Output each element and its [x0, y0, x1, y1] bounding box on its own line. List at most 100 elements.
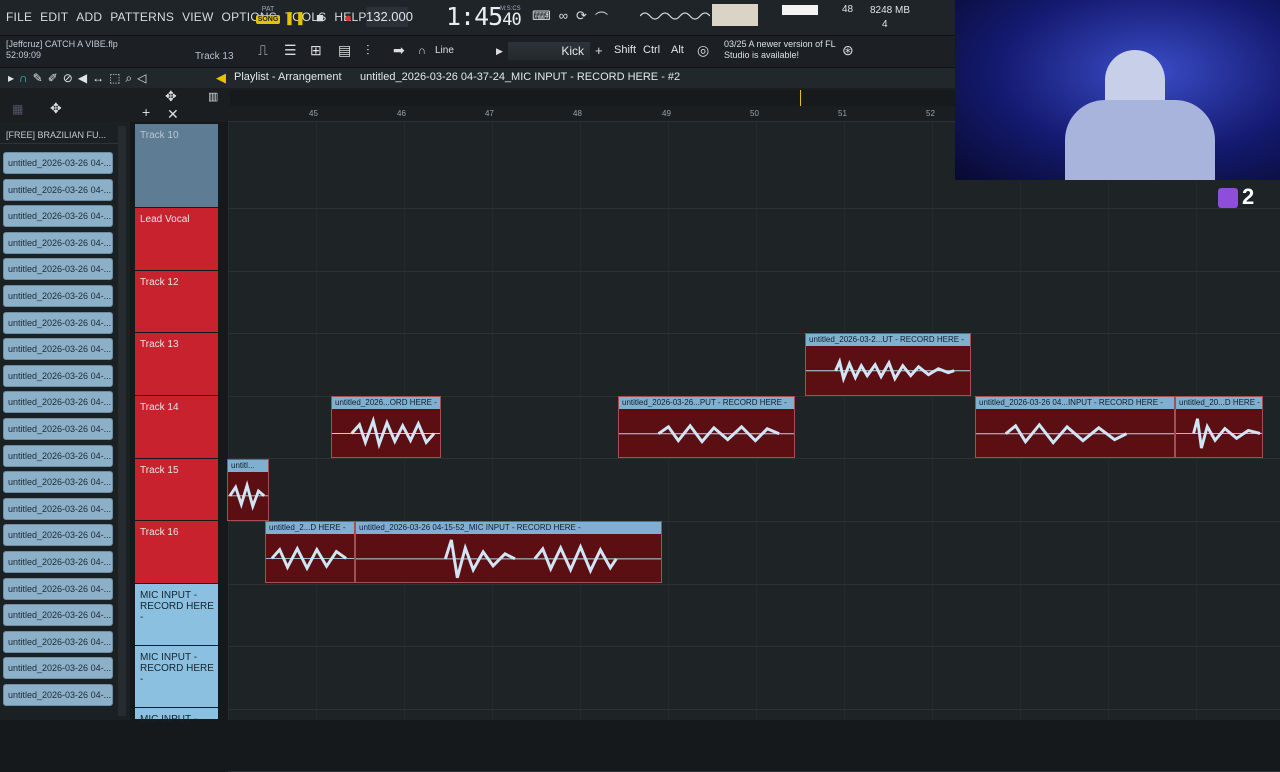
snap-mode[interactable]: Line: [435, 45, 454, 56]
mixer-icon[interactable]: ⫶: [366, 42, 370, 59]
grid-hline: [228, 708, 1280, 710]
playback-icon[interactable]: ◁: [137, 71, 146, 86]
audio-clip[interactable]: untitled_2026-03-26...PUT - RECORD HERE …: [618, 396, 795, 458]
track-name: MIC INPUT - RECORD HERE -: [140, 590, 214, 623]
play-small-icon[interactable]: ▶: [496, 46, 503, 57]
zoom-icon[interactable]: ⌕: [125, 71, 132, 86]
slip-icon[interactable]: ↔: [92, 71, 104, 86]
piano-roll-icon[interactable]: ⊞: [310, 42, 322, 59]
pattern-item[interactable]: untitled_2026-03-26 04-...: [3, 497, 113, 520]
grid-vline: [888, 122, 889, 720]
audio-clip[interactable]: untitled_2026-03-2...UT - RECORD HERE -: [805, 333, 971, 396]
shift-key[interactable]: Shift: [614, 44, 636, 56]
mixer-small-icon[interactable]: ▥: [208, 90, 218, 103]
pattern-item[interactable]: untitled_2026-03-26 04-...: [3, 285, 113, 307]
arrow-icon[interactable]: ➡: [393, 42, 405, 59]
alt-key[interactable]: Alt: [671, 44, 684, 56]
menu-file[interactable]: FILE: [6, 10, 32, 24]
bar-51: 51: [838, 109, 847, 118]
audio-clip[interactable]: untitled_2...D HERE -: [265, 521, 355, 583]
clip-waveform: [266, 545, 354, 572]
draw-icon[interactable]: ✎: [33, 71, 43, 86]
pattern-item[interactable]: untitled_2026-03-26 04-...: [3, 524, 113, 547]
playlist-icon[interactable]: ☰: [284, 42, 297, 59]
pattern-item[interactable]: untitled_2026-03-26 04-...: [3, 577, 113, 600]
paint-icon[interactable]: ✐: [48, 71, 58, 86]
pattern-item[interactable]: untitled_2026-03-26 04-...: [3, 657, 113, 680]
browser-header[interactable]: [FREE] BRAZILIAN FU...: [0, 126, 118, 144]
pattern-item[interactable]: untitled_2026-03-26 04-...: [3, 152, 113, 174]
speaker-icon[interactable]: ◀: [216, 70, 226, 86]
pattern-item[interactable]: untitled_2026-03-26 04-...: [3, 311, 113, 334]
pattern-song-toggle[interactable]: PAT SONG: [256, 6, 280, 30]
track-header[interactable]: Track 15: [135, 459, 218, 520]
pat-label: PAT: [261, 6, 275, 13]
pattern-item[interactable]: untitled_2026-03-26 04-...: [3, 258, 113, 281]
tempo-display[interactable]: 132.000: [366, 7, 413, 27]
news-icon[interactable]: ◎: [697, 42, 709, 59]
add-track-icon[interactable]: +: [142, 104, 150, 120]
add-channel-icon[interactable]: +: [595, 43, 603, 58]
mute-icon[interactable]: ◀: [78, 71, 87, 86]
headphones-icon[interactable]: ∩: [418, 45, 426, 57]
pattern-item[interactable]: untitled_2026-03-26 04-...: [3, 205, 113, 228]
track-header[interactable]: Track 14: [135, 396, 218, 458]
ctrl-key[interactable]: Ctrl: [643, 44, 660, 56]
pattern-item[interactable]: untitled_2026-03-26 04-...: [3, 684, 113, 706]
browser-icon-2[interactable]: ✥: [50, 100, 62, 117]
news-panel[interactable]: 03/25 A newer version of FL Studio is av…: [724, 39, 844, 61]
audio-clip[interactable]: untitl...: [227, 459, 269, 521]
bar-45: 45: [309, 109, 318, 118]
grid-vline: [932, 122, 933, 720]
pattern-item[interactable]: untitled_2026-03-26 04-...: [3, 444, 113, 467]
select-icon[interactable]: ⬚: [109, 71, 120, 86]
menu-patterns[interactable]: PATTERNS: [110, 10, 174, 24]
track-header[interactable]: MIC INPUT - RECORD HERE -: [135, 646, 218, 707]
track-header[interactable]: MIC INPUT - RECORD HERE -: [135, 584, 218, 645]
step-edit-icon[interactable]: ∞: [559, 8, 568, 27]
pattern-item[interactable]: untitled_2026-03-26 04-...: [3, 391, 113, 414]
audio-clip[interactable]: untitled_2026-03-26 04-15-52_MIC INPUT -…: [355, 521, 662, 583]
channel-rack-icon[interactable]: ▤: [338, 42, 351, 59]
browser-scrollbar[interactable]: [118, 126, 126, 716]
pattern-item[interactable]: untitled_2026-03-26 04-...: [3, 338, 113, 361]
arrangement-overview[interactable]: [230, 90, 955, 106]
snap-icon[interactable]: ⎍: [258, 42, 268, 59]
menu-view[interactable]: VIEW: [182, 10, 213, 24]
kick-selector[interactable]: Kick: [508, 42, 590, 60]
pattern-item[interactable]: untitled_2026-03-26 04-...: [3, 231, 113, 254]
close-icon[interactable]: ✕: [167, 106, 179, 123]
stop-icon[interactable]: ■: [310, 8, 330, 28]
play-arrow-icon[interactable]: ▸: [8, 71, 14, 86]
pattern-item[interactable]: untitled_2026-03-26 04-...: [3, 178, 113, 201]
menu-edit[interactable]: EDIT: [40, 10, 68, 24]
output-waveform: [640, 12, 710, 20]
pattern-item[interactable]: untitled_2026-03-26 04-...: [3, 604, 113, 627]
magnet-icon[interactable]: ∩: [19, 71, 28, 86]
track-header[interactable]: Track 16: [135, 521, 218, 583]
audio-clip[interactable]: untitled_2026-03-26 04...INPUT - RECORD …: [975, 396, 1175, 458]
track-header[interactable]: Track 13: [135, 333, 218, 395]
pattern-item[interactable]: untitled_2026-03-26 04-...: [3, 551, 113, 573]
typing-keyboard-icon[interactable]: ⌨: [532, 8, 551, 27]
pattern-item[interactable]: untitled_2026-03-26 04-...: [3, 418, 113, 440]
track-header[interactable]: MIC INPUT -: [135, 708, 218, 725]
menu-add[interactable]: ADD: [76, 10, 102, 24]
audio-clip[interactable]: untitled_2026...ORD HERE -: [331, 396, 441, 458]
metronome-icon[interactable]: ⌒: [595, 8, 608, 27]
audio-clip[interactable]: untitled_20...D HERE -: [1175, 396, 1263, 458]
pattern-item[interactable]: untitled_2026-03-26 04-...: [3, 630, 113, 653]
loop-record-icon[interactable]: ⟳: [576, 8, 587, 27]
browser-icon-1[interactable]: ▦: [12, 102, 23, 116]
move-icon[interactable]: ✥: [165, 88, 177, 105]
fl-logo-icon[interactable]: ⊛: [842, 42, 854, 59]
pattern-item[interactable]: untitled_2026-03-26 04-...: [3, 471, 113, 494]
record-icon[interactable]: ●: [338, 8, 358, 28]
pattern-item[interactable]: untitled_2026-03-26 04-...: [3, 364, 113, 387]
grid-vline: [228, 122, 229, 720]
track-header[interactable]: Track 10: [135, 124, 218, 207]
pause-icon[interactable]: ❚❚: [284, 8, 306, 28]
track-header[interactable]: Track 12: [135, 271, 218, 332]
delete-icon[interactable]: ⊘: [63, 71, 73, 86]
track-header[interactable]: Lead Vocal: [135, 208, 218, 270]
